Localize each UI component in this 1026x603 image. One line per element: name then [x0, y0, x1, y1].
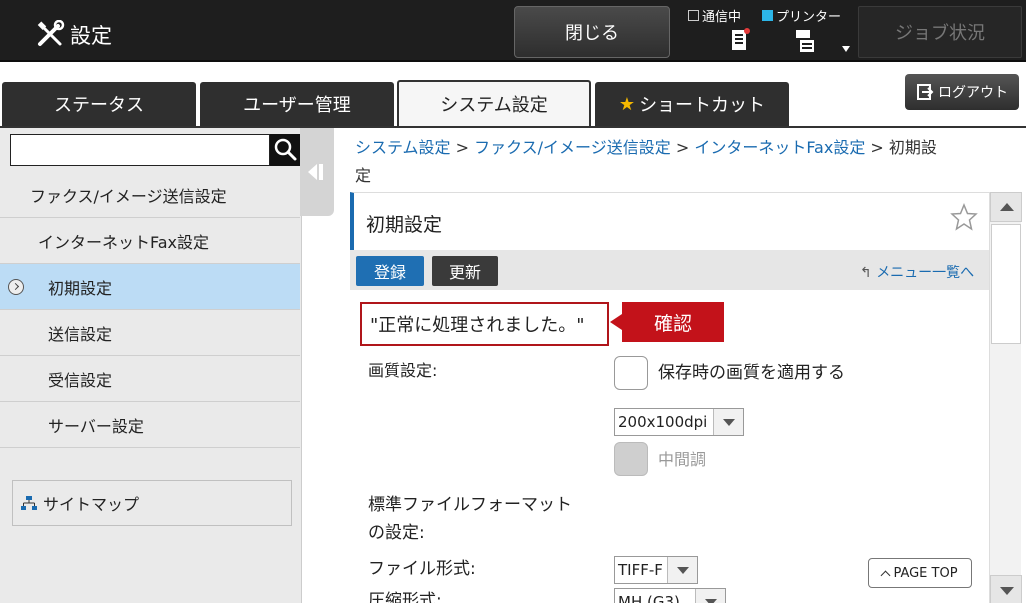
- tab-status[interactable]: ステータス: [2, 82, 196, 126]
- tab-user-management[interactable]: ユーザー管理: [200, 82, 394, 126]
- sidebar-item-label: ファクス/イメージ送信設定: [30, 186, 227, 206]
- register-button[interactable]: 登録: [356, 256, 424, 286]
- chevron-right-circle-icon: [8, 279, 24, 295]
- content-pane: 初期設定 登録 更新 ↰ メニュー一覧へ "正常に処理されました。" 確認 画質…: [350, 192, 990, 603]
- tab-strip: ステータス ユーザー管理 システム設定 ★ ショートカット ログアウト: [0, 62, 1026, 126]
- scroll-thumb[interactable]: [991, 224, 1021, 344]
- printer-icon: [796, 30, 814, 52]
- image-quality-label: 画質設定:: [368, 361, 438, 380]
- confirm-callout: 確認: [610, 302, 724, 342]
- status-comm: 通信中: [688, 6, 741, 25]
- breadcrumb: システム設定 > ファクス/イメージ送信設定 > インターネットFax設定 > …: [355, 134, 1015, 190]
- apply-quality-label: 保存時の画質を適用する: [658, 363, 845, 383]
- fax-icon: [732, 28, 750, 50]
- breadcrumb-separator: >: [870, 138, 884, 157]
- chevron-up-icon: [880, 570, 891, 580]
- sidebar-item-initial-settings[interactable]: 初期設定: [0, 264, 300, 310]
- halftone-label: 中間調: [658, 450, 707, 469]
- file-type-select[interactable]: TIFF-F: [614, 556, 698, 584]
- menu-list-link[interactable]: ↰ メニュー一覧へ: [860, 262, 974, 282]
- comm-indicator: [688, 10, 699, 21]
- file-type-label: ファイル形式:: [368, 559, 476, 579]
- halftone-checkbox: [614, 442, 648, 476]
- std-format-label: 標準ファイルフォーマット: [368, 495, 572, 515]
- breadcrumb-separator: >: [455, 138, 470, 157]
- sitemap-label: サイトマップ: [43, 495, 140, 514]
- tab-shortcut-label: ショートカット: [639, 95, 766, 116]
- status-comm-label: 通信中: [702, 10, 742, 25]
- favorite-star-icon[interactable]: [950, 203, 978, 231]
- chevron-down-icon: [695, 589, 725, 603]
- std-format-label-2: の設定:: [368, 523, 425, 543]
- device-status: 通信中 プリンター: [684, 6, 856, 60]
- chevron-down-icon: [667, 557, 697, 583]
- sidebar-item-label: 送信設定: [48, 324, 113, 344]
- sidebar-item-send-settings[interactable]: 送信設定: [0, 310, 300, 356]
- breadcrumb-system-settings[interactable]: システム設定: [355, 138, 451, 157]
- search-input[interactable]: [10, 134, 270, 166]
- sidebar-item-receive-settings[interactable]: 受信設定: [0, 356, 300, 402]
- sitemap-link[interactable]: サイトマップ: [12, 480, 292, 526]
- menu-list-label: メニュー一覧へ: [876, 265, 975, 281]
- logout-label: ログアウト: [938, 85, 1008, 101]
- scroll-up-button[interactable]: [990, 192, 1022, 222]
- app-title: 設定: [70, 24, 112, 48]
- job-status-button[interactable]: ジョブ状況: [858, 6, 1022, 58]
- action-toolbar: 登録 更新 ↰ メニュー一覧へ: [350, 250, 990, 290]
- file-type-value: TIFF-F: [618, 561, 663, 579]
- status-printer-label: プリンター: [776, 10, 842, 25]
- scroll-down-button[interactable]: [990, 575, 1022, 603]
- sitemap-icon: [21, 496, 37, 510]
- printer-indicator: [762, 10, 773, 21]
- back-to-menu-icon: ↰: [860, 265, 872, 281]
- compression-label: 圧縮形式:: [368, 591, 442, 603]
- breadcrumb-current-wrap: 定: [355, 166, 372, 185]
- compression-select[interactable]: MH (G3): [614, 588, 726, 603]
- breadcrumb-fax-image-send[interactable]: ファクス/イメージ送信設定: [474, 138, 671, 157]
- logout-button[interactable]: ログアウト: [905, 74, 1019, 110]
- breadcrumb-separator: >: [675, 138, 690, 157]
- main-area: ファクス/イメージ送信設定 インターネットFax設定 初期設定 送信設定 受信設…: [0, 126, 1026, 603]
- section-header: 初期設定: [350, 192, 990, 250]
- compression-value: MH (G3): [618, 593, 680, 603]
- search-icon: [274, 138, 297, 161]
- chevron-down-icon: [713, 409, 743, 435]
- sidebar-item-internet-fax[interactable]: インターネットFax設定: [0, 218, 300, 264]
- search-button[interactable]: [270, 134, 300, 166]
- tab-system-settings[interactable]: システム設定: [397, 80, 591, 126]
- breadcrumb-internet-fax[interactable]: インターネットFax設定: [694, 138, 865, 157]
- result-message: "正常に処理されました。": [360, 302, 609, 346]
- sidebar-collapse-button[interactable]: [300, 128, 334, 216]
- content-scrollbar[interactable]: [989, 192, 1022, 603]
- update-button[interactable]: 更新: [432, 256, 498, 286]
- collapse-bar: [319, 164, 323, 180]
- sidebar-item-label: インターネットFax設定: [38, 232, 210, 252]
- star-icon: ★: [618, 93, 636, 115]
- sidebar-item-label: 受信設定: [48, 370, 113, 390]
- chevron-down-icon[interactable]: [842, 46, 850, 52]
- tab-shortcut[interactable]: ★ ショートカット: [595, 82, 789, 126]
- sidebar: ファクス/イメージ送信設定 インターネットFax設定 初期設定 送信設定 受信設…: [0, 128, 302, 603]
- sidebar-item-server-settings[interactable]: サーバー設定: [0, 402, 300, 448]
- resolution-select[interactable]: 200x100dpi: [614, 408, 744, 436]
- collapse-arrow-icon: [308, 164, 317, 180]
- close-button[interactable]: 閉じる: [514, 6, 670, 58]
- breadcrumb-current: 初期設: [888, 138, 937, 157]
- sidebar-item-label: サーバー設定: [48, 416, 144, 436]
- logout-icon: [917, 84, 934, 100]
- sidebar-item-label: 初期設定: [48, 278, 113, 298]
- apply-quality-checkbox[interactable]: [614, 356, 648, 390]
- resolution-value: 200x100dpi: [618, 413, 708, 431]
- page-top-button[interactable]: PAGE TOP: [868, 558, 972, 588]
- top-bar: 設定 閉じる 通信中 プリンター ジョブ状況: [0, 0, 1026, 62]
- status-printer: プリンター: [762, 6, 841, 25]
- sidebar-item-fax-image-send[interactable]: ファクス/イメージ送信設定: [0, 172, 300, 218]
- page-top-label: PAGE TOP: [893, 565, 958, 581]
- wrench-screwdriver-icon: [37, 20, 65, 46]
- page-title: 初期設定: [366, 214, 443, 236]
